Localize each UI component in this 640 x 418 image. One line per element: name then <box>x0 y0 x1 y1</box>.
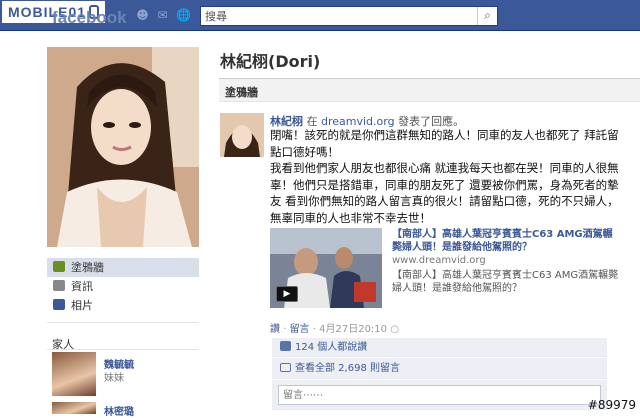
family-member-photo[interactable] <box>52 402 96 414</box>
like-link[interactable]: 讚 <box>270 324 280 335</box>
section-title: 塗鴉牆 <box>225 84 258 100</box>
divider <box>47 349 199 350</box>
family-member-photo[interactable] <box>52 352 96 396</box>
watermark: #89979 <box>588 398 636 412</box>
family-member-relation: 妹妹 <box>104 369 124 384</box>
nav-item-label: 相片 <box>71 299 93 312</box>
post-timestamp[interactable]: 4月27日20:10 <box>319 324 387 335</box>
top-bar: MOBILE01 facebook ☻ ✉ 🌐 ⌕ <box>0 0 640 31</box>
profile-photo[interactable] <box>47 47 199 247</box>
comment-composer <box>272 380 607 410</box>
wall-icon <box>53 261 65 272</box>
notifications-icon[interactable]: 🌐 <box>176 8 191 22</box>
photos-icon <box>53 299 65 310</box>
info-icon <box>53 280 65 291</box>
section-header: 塗鴉牆 <box>219 78 640 102</box>
video-thumbnail[interactable]: ▶ <box>270 228 382 308</box>
facebook-logo[interactable]: facebook <box>52 8 127 28</box>
left-nav: 塗鴉牆 資訊 相片 <box>47 258 199 315</box>
nav-item-wall[interactable]: 塗鴉牆 <box>47 258 199 277</box>
post-body-text: 閉嘴！該死的就是你們這群無知的路人！同車的友人也都死了 拜託留點口德好嗎！ 我看… <box>270 128 619 225</box>
messages-icon[interactable]: ✉ <box>155 8 170 22</box>
shared-link-url: www.dreamvid.org <box>392 255 486 266</box>
shared-link-description: 【南部人】高雄人葉冠亨賓賓士C63 AMG酒駕輾斃婦人頭！是誰發給他駕照的？ <box>392 269 620 295</box>
nav-item-photos[interactable]: 相片 <box>47 296 199 315</box>
globe-icon: ○ <box>390 324 399 335</box>
search-input[interactable] <box>201 7 461 25</box>
nav-item-label: 資訊 <box>71 280 93 293</box>
profile-photo-image <box>47 47 199 247</box>
nav-item-info[interactable]: 資訊 <box>47 277 199 296</box>
shared-link-card: ▶ 【南部人】高雄人葉冠亨賓賓士C63 AMG酒駕輾斃婦人頭！是誰發給他駕照的？… <box>270 228 620 312</box>
shared-link-title[interactable]: 【南部人】高雄人葉冠亨賓賓士C63 AMG酒駕輾斃婦人頭！是誰發給他駕照的？ <box>392 228 620 254</box>
profile-name: 林紀栩(Dori) <box>220 48 320 72</box>
comment-link[interactable]: 留言 <box>290 324 310 335</box>
likes-count-text[interactable]: 124 個人都說讚 <box>295 342 367 353</box>
meta-separator: · <box>283 324 286 335</box>
friend-requests-icon[interactable]: ☻ <box>135 8 150 22</box>
post-author-avatar[interactable] <box>220 113 264 157</box>
play-icon[interactable]: ▶ <box>276 286 298 302</box>
nav-item-label: 塗鴉牆 <box>71 261 104 274</box>
divider <box>47 322 199 323</box>
post-meta: 讚 · 留言 · 4月27日20:10 ○ <box>270 320 399 335</box>
search-box: ⌕ <box>200 6 498 26</box>
like-thumb-icon <box>280 341 291 351</box>
view-comments-link[interactable]: 查看全部 2,698 則留言 <box>295 363 400 374</box>
family-member-name[interactable]: 林密璐 <box>104 403 134 418</box>
avatar-image <box>220 113 264 157</box>
post-body: 閉嘴！該死的就是你們這群無知的路人！同車的友人也都死了 拜託留點口德好嗎！ 我看… <box>270 127 620 226</box>
search-icon[interactable]: ⌕ <box>477 7 497 25</box>
comment-input[interactable] <box>278 385 601 405</box>
meta-separator: · <box>313 324 316 335</box>
likes-row[interactable]: 124 個人都說讚 <box>272 338 607 357</box>
view-comments-row[interactable]: 查看全部 2,698 則留言 <box>272 358 607 379</box>
comment-bubble-icon <box>280 363 291 372</box>
